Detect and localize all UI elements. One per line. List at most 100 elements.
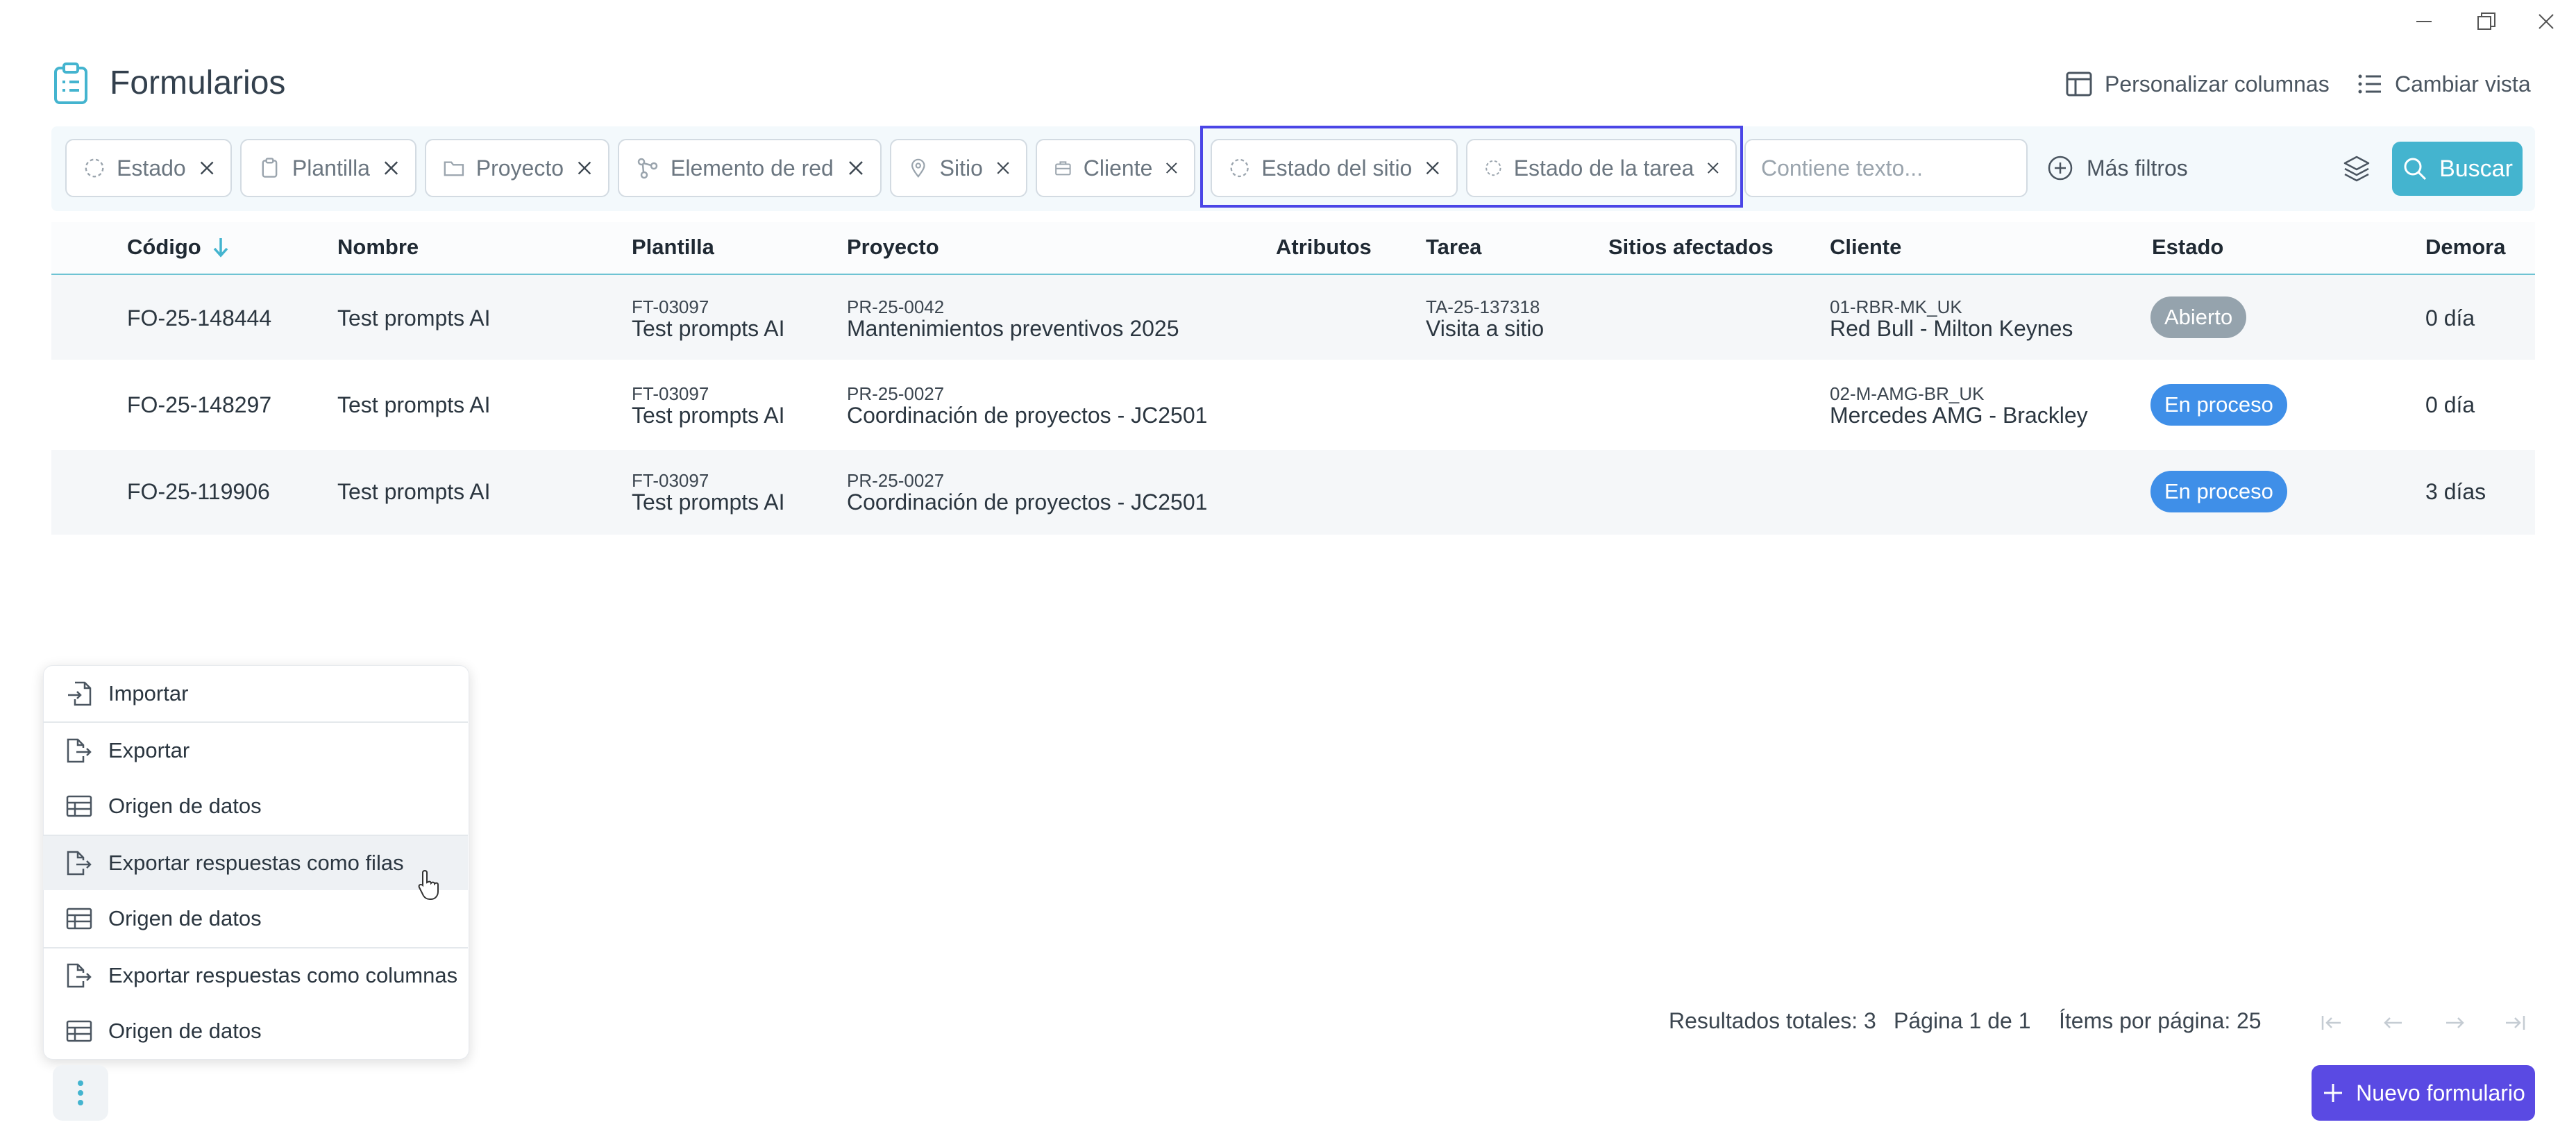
- menu-item-origen-de-datos[interactable]: Origen de datos: [43, 779, 468, 833]
- filter-chip-proyecto[interactable]: Proyecto: [425, 139, 609, 197]
- column-header-codigo[interactable]: Código: [127, 235, 230, 260]
- menu-item-label: Exportar respuestas como filas: [108, 851, 404, 875]
- filter-chip-estado-del-sitio[interactable]: Estado del sitio: [1211, 139, 1458, 197]
- status-dashed-circle-icon: [1230, 158, 1249, 178]
- cell-proyecto: PR-25-0027 Coordinación de proyectos - J…: [847, 471, 1207, 514]
- proyecto-name: Mantenimientos preventivos 2025: [847, 316, 1179, 341]
- remove-filter-icon[interactable]: [381, 158, 401, 178]
- network-icon: [637, 158, 658, 179]
- change-view-label: Cambiar vista: [2395, 71, 2531, 97]
- cell-nombre: Test prompts AI: [337, 392, 491, 417]
- plus-icon: [2324, 1084, 2343, 1102]
- cell-plantilla: FT-03097 Test prompts AI: [632, 297, 785, 340]
- plus-circle-icon: [2048, 156, 2073, 181]
- column-header-nombre[interactable]: Nombre: [337, 235, 419, 260]
- change-view-button[interactable]: Cambiar vista: [2357, 67, 2531, 101]
- column-header-cliente[interactable]: Cliente: [1830, 235, 1901, 260]
- menu-item-label: Origen de datos: [108, 794, 262, 818]
- hand-cursor-icon: [418, 869, 439, 900]
- location-pin-icon: [911, 158, 925, 178]
- status-dashed-circle-icon: [1485, 160, 1501, 176]
- filter-chip-elemento-de-red[interactable]: Elemento de red: [618, 139, 882, 197]
- minimize-icon: [2416, 21, 2432, 22]
- proyecto-name: Coordinación de proyectos - JC2501: [847, 403, 1208, 428]
- more-filters-button[interactable]: Más filtros: [2046, 147, 2188, 189]
- next-page-button[interactable]: [2434, 1005, 2475, 1040]
- remove-filter-icon[interactable]: [845, 158, 866, 178]
- remove-filter-icon[interactable]: [1423, 158, 1442, 178]
- last-page-icon: [2506, 1016, 2525, 1030]
- column-header-plantilla[interactable]: Plantilla: [632, 235, 714, 260]
- column-header-demora[interactable]: Demora: [2425, 235, 2505, 260]
- clipboard-icon: [51, 61, 90, 106]
- plantilla-name: Test prompts AI: [632, 403, 785, 428]
- column-header-estado[interactable]: Estado: [2152, 235, 2223, 260]
- remove-filter-icon[interactable]: [1705, 158, 1721, 178]
- first-page-button[interactable]: [2310, 1005, 2352, 1040]
- restore-icon: [2477, 12, 2495, 30]
- minimize-button[interactable]: [2406, 6, 2442, 37]
- filter-chip-label: Estado de la tarea: [1513, 155, 1694, 181]
- cell-tarea: TA-25-137318 Visita a sitio: [1426, 297, 1544, 340]
- remove-filter-icon[interactable]: [575, 158, 594, 178]
- list-icon: [2358, 74, 2381, 94]
- menu-item-exportar[interactable]: Exportar: [43, 724, 468, 778]
- status-dashed-circle-icon: [85, 158, 104, 178]
- column-header-atributos[interactable]: Atributos: [1276, 235, 1372, 260]
- menu-item-importar[interactable]: Importar: [43, 667, 468, 721]
- restore-button[interactable]: [2468, 6, 2505, 37]
- columns-icon: [2066, 72, 2092, 97]
- plantilla-code: FT-03097: [632, 383, 709, 404]
- filter-chip-label: Elemento de red: [671, 155, 834, 181]
- export-icon: [67, 738, 92, 763]
- filter-chip-cliente[interactable]: Cliente: [1036, 139, 1195, 197]
- export-icon: [67, 963, 92, 988]
- plantilla-code: FT-03097: [632, 470, 709, 491]
- menu-divider: [43, 721, 468, 723]
- tarea-name: Visita a sitio: [1426, 316, 1544, 341]
- filter-chip-estado[interactable]: Estado: [65, 139, 232, 197]
- remove-filter-icon[interactable]: [1163, 158, 1180, 178]
- close-window-button[interactable]: [2528, 6, 2564, 37]
- status-badge: Abierto: [2150, 296, 2247, 338]
- more-actions-button[interactable]: [53, 1065, 108, 1121]
- menu-item-exportar-filas[interactable]: Exportar respuestas como filas: [43, 836, 468, 890]
- text-filter-input[interactable]: [1744, 139, 2028, 197]
- remove-filter-icon[interactable]: [197, 158, 217, 178]
- clipboard-icon: [262, 158, 278, 178]
- cell-nombre: Test prompts AI: [337, 306, 491, 331]
- new-form-button[interactable]: Nuevo formulario: [2312, 1065, 2535, 1121]
- column-header-sitios-afectados[interactable]: Sitios afectados: [1608, 235, 1774, 260]
- total-results: Resultados totales: 3: [1669, 1008, 1876, 1033]
- cliente-code: 01-RBR-MK_UK: [1830, 296, 1962, 317]
- column-header-label: Código: [127, 235, 201, 259]
- page-indicator: Página 1 de 1: [1894, 1008, 2031, 1033]
- customize-columns-button[interactable]: Personalizar columnas: [2066, 67, 2330, 101]
- layers-button[interactable]: [2339, 151, 2374, 186]
- sort-down-arrow-icon: [213, 238, 228, 258]
- cell-cliente: 01-RBR-MK_UK Red Bull - Milton Keynes: [1830, 297, 2073, 340]
- filter-chip-label: Cliente: [1083, 155, 1153, 181]
- cell-proyecto: PR-25-0042 Mantenimientos preventivos 20…: [847, 297, 1179, 340]
- previous-page-button[interactable]: [2373, 1005, 2414, 1040]
- search-button[interactable]: Buscar: [2392, 142, 2523, 196]
- filter-chip-estado-de-la-tarea[interactable]: Estado de la tarea: [1466, 139, 1737, 197]
- menu-item-origen-de-datos[interactable]: Origen de datos: [43, 892, 468, 946]
- filter-chip-plantilla[interactable]: Plantilla: [240, 139, 416, 197]
- items-per-page-select[interactable]: 25: [2237, 1008, 2262, 1034]
- menu-item-label: Origen de datos: [108, 906, 262, 930]
- menu-item-exportar-columnas[interactable]: Exportar respuestas como columnas: [43, 948, 468, 1003]
- cell-codigo: FO-25-148297: [127, 392, 272, 417]
- cell-demora: 3 días: [2425, 479, 2486, 504]
- status-badge: En proceso: [2150, 471, 2287, 512]
- column-header-proyecto[interactable]: Proyecto: [847, 235, 939, 260]
- customize-columns-label: Personalizar columnas: [2105, 71, 2330, 97]
- plantilla-name: Test prompts AI: [632, 316, 785, 341]
- cliente-name: Red Bull - Milton Keynes: [1830, 316, 2073, 341]
- filter-chip-sitio[interactable]: Sitio: [890, 139, 1027, 197]
- column-header-tarea[interactable]: Tarea: [1426, 235, 1481, 260]
- arrow-left-icon: [2384, 1017, 2402, 1028]
- menu-item-origen-de-datos[interactable]: Origen de datos: [43, 1004, 468, 1058]
- remove-filter-icon[interactable]: [994, 158, 1012, 178]
- last-page-button[interactable]: [2495, 1005, 2536, 1040]
